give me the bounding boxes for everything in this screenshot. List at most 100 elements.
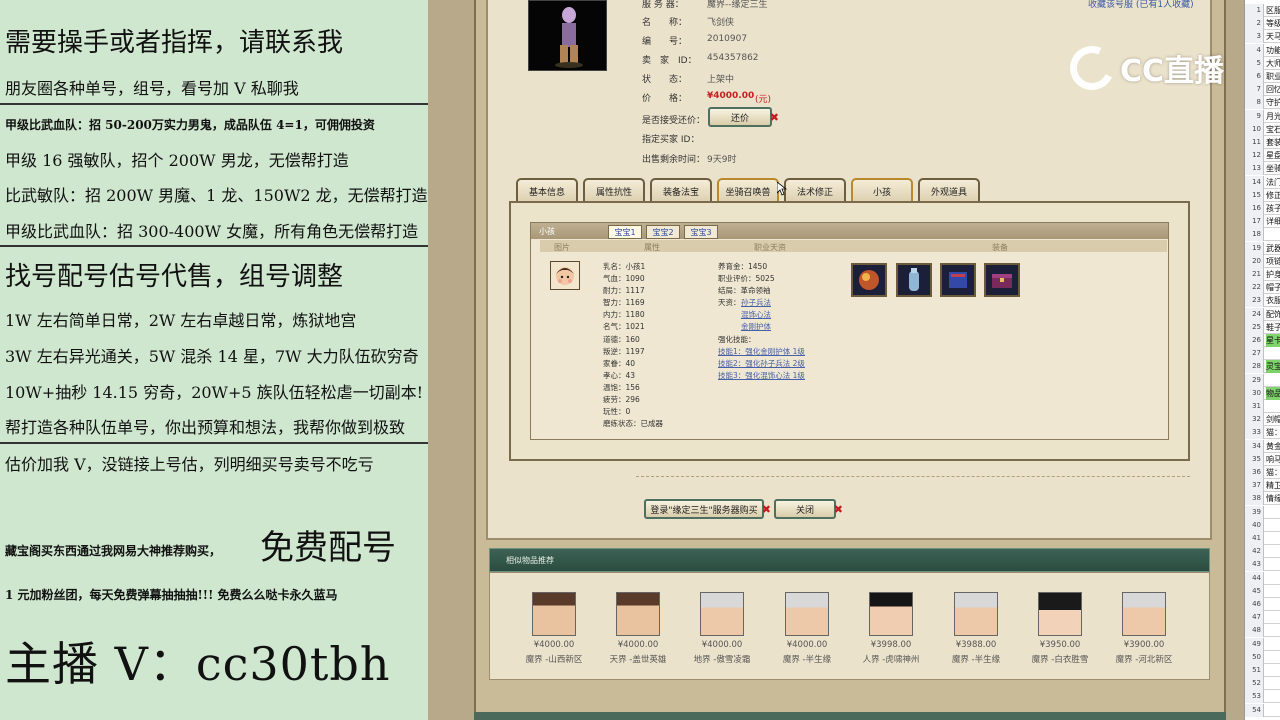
sheet-row[interactable]: 2 等级 bbox=[1245, 17, 1280, 31]
sheet-row[interactable]: 11 套装 bbox=[1245, 136, 1280, 149]
sheet-row[interactable]: 36猫： bbox=[1245, 466, 1280, 479]
sheet-cell[interactable]: 修正 bbox=[1266, 189, 1280, 202]
sheet-row[interactable]: 23 衣服 bbox=[1245, 294, 1280, 308]
skill-link[interactable]: 技能2：强化孙子兵法 2级 bbox=[718, 358, 805, 369]
sheet-cell[interactable]: 衣服 bbox=[1266, 294, 1280, 307]
sheet-cell[interactable]: 灵宝 bbox=[1266, 360, 1280, 374]
sheet-row[interactable]: 30 物品 bbox=[1245, 386, 1280, 400]
sheet-cell[interactable]: 等级 bbox=[1266, 17, 1280, 30]
sheet-row[interactable]: 17 详细 bbox=[1245, 215, 1280, 229]
sheet-cell[interactable]: 宝石 bbox=[1266, 123, 1280, 136]
child-equipment-slot[interactable] bbox=[984, 263, 1020, 297]
sheet-row[interactable]: 26 星卡 bbox=[1245, 334, 1280, 347]
sheet-cell[interactable]: 月光 bbox=[1266, 110, 1280, 123]
recommend-item[interactable]: ¥3900.00 魔界 -河北新区 bbox=[1112, 592, 1176, 665]
tab-baby-3[interactable]: 宝宝3 bbox=[684, 225, 718, 239]
recommend-item[interactable]: ¥4000.00 魔界 -山西新区 bbox=[522, 592, 586, 665]
talent-link[interactable]: 金刚护体 bbox=[741, 321, 771, 332]
sheet-row[interactable]: 46 bbox=[1245, 598, 1280, 611]
child-equipment-slot[interactable] bbox=[896, 263, 932, 297]
recommend-item[interactable]: ¥4000.00 天界 -盖世英雄 bbox=[606, 592, 670, 665]
sheet-row[interactable]: 32 剑帽 bbox=[1245, 413, 1280, 427]
sheet-cell[interactable]: 鞋子 bbox=[1266, 321, 1280, 334]
sheet-row[interactable]: 1 区服 bbox=[1245, 4, 1280, 17]
sheet-row[interactable]: 29 bbox=[1245, 373, 1280, 387]
sheet-cell[interactable]: 情缘 bbox=[1266, 492, 1280, 505]
sheet-cell[interactable]: 猫： bbox=[1266, 466, 1280, 479]
tab-baby-1[interactable]: 宝宝1 bbox=[608, 225, 642, 239]
sheet-row[interactable]: 12 星盘 bbox=[1245, 149, 1280, 163]
tab-appearance[interactable]: 外观道具 bbox=[918, 178, 980, 202]
sheet-row[interactable]: 40 bbox=[1245, 518, 1280, 532]
sheet-row[interactable]: 9 月光 bbox=[1245, 109, 1280, 123]
sheet-cell[interactable]: 功能 bbox=[1266, 44, 1280, 57]
skill-link[interactable]: 技能3：强化混饰心法 1级 bbox=[718, 370, 805, 381]
sheet-row[interactable]: 15 修正 bbox=[1245, 188, 1280, 202]
tab-child[interactable]: 小孩 bbox=[851, 178, 913, 202]
tab-baby-2[interactable]: 宝宝2 bbox=[646, 225, 680, 239]
tab-spell-correction[interactable]: 法术修正 bbox=[784, 178, 846, 202]
sheet-cell[interactable]: 剑帽 bbox=[1266, 413, 1280, 426]
sheet-row[interactable]: 3 天马 bbox=[1245, 30, 1280, 44]
sheet-row[interactable]: 50 bbox=[1245, 650, 1280, 664]
sheet-row[interactable]: 45 bbox=[1245, 584, 1280, 598]
sheet-cell[interactable]: 孩子 bbox=[1266, 202, 1280, 215]
sheet-cell[interactable]: 配饰 bbox=[1266, 308, 1280, 321]
sheet-cell[interactable]: 响马 bbox=[1266, 453, 1280, 466]
sheet-row[interactable]: 33猫： bbox=[1245, 426, 1280, 440]
sheet-cell[interactable]: 区服 bbox=[1266, 4, 1280, 17]
child-equipment-slot[interactable] bbox=[940, 263, 976, 297]
sheet-row[interactable]: 16 孩子 bbox=[1245, 202, 1280, 215]
sheet-cell[interactable]: 精卫 bbox=[1266, 479, 1280, 492]
tab-equipment[interactable]: 装备法宝 bbox=[650, 178, 712, 202]
recommend-item[interactable]: ¥4000.00 魔界 -半生缘 bbox=[775, 592, 839, 665]
sheet-row[interactable]: 39 bbox=[1245, 505, 1280, 519]
sheet-cell[interactable]: 套装 bbox=[1266, 136, 1280, 149]
sheet-cell[interactable]: 坐骑 bbox=[1266, 162, 1280, 175]
sheet-row[interactable]: 21 护身 bbox=[1245, 268, 1280, 281]
sheet-row[interactable]: 19 武器 bbox=[1245, 241, 1280, 255]
sheet-cell[interactable]: 星盘 bbox=[1266, 149, 1280, 162]
sheet-row[interactable]: 34 黄金 bbox=[1245, 439, 1280, 453]
sheet-cell[interactable]: 回忆 bbox=[1266, 83, 1280, 96]
sheet-cell[interactable]: 物品 bbox=[1266, 386, 1280, 400]
sheet-row[interactable]: 48 bbox=[1245, 624, 1280, 638]
sheet-row[interactable]: 37 精卫 bbox=[1245, 479, 1280, 493]
sheet-row[interactable]: 5 大师 bbox=[1245, 56, 1280, 70]
sheet-row[interactable]: 8 守护 bbox=[1245, 96, 1280, 110]
sheet-row[interactable]: 51 bbox=[1245, 664, 1280, 677]
sheet-row[interactable]: 10 宝石 bbox=[1245, 122, 1280, 136]
sheet-row[interactable]: 44 bbox=[1245, 571, 1280, 585]
sheet-row[interactable]: 49 bbox=[1245, 637, 1280, 651]
sheet-cell[interactable]: 守护 bbox=[1266, 96, 1280, 109]
close-button[interactable]: 关闭 ✖ bbox=[774, 499, 843, 519]
login-buy-button[interactable]: 登录"缘定三生"服务器购买 ✖ bbox=[644, 499, 771, 519]
sheet-row[interactable]: 28 灵宝 bbox=[1245, 360, 1280, 374]
sheet-row[interactable]: 47 bbox=[1245, 611, 1280, 625]
child-equipment-slot[interactable] bbox=[851, 263, 887, 297]
sheet-row[interactable]: 13 坐骑 bbox=[1245, 162, 1280, 176]
sheet-row[interactable]: 22 帽子 bbox=[1245, 281, 1280, 295]
sheet-cell[interactable]: 项链 bbox=[1266, 255, 1280, 268]
sheet-row[interactable]: 20 项链 bbox=[1245, 254, 1280, 268]
sheet-row[interactable]: 14 法门 bbox=[1245, 175, 1280, 189]
sheet-cell[interactable]: 帽子 bbox=[1266, 281, 1280, 294]
sheet-row[interactable]: 6 职业 bbox=[1245, 70, 1280, 83]
sheet-row[interactable]: 43 bbox=[1245, 558, 1280, 572]
sheet-row[interactable]: 35 响马 bbox=[1245, 452, 1280, 466]
sheet-cell[interactable]: 大师 bbox=[1266, 57, 1280, 70]
recommend-item[interactable]: ¥3950.00 魔界 -白衣胜雪 bbox=[1028, 592, 1092, 665]
sheet-cell[interactable]: 法门 bbox=[1266, 176, 1280, 189]
skill-link[interactable]: 技能1：强化金刚护体 1级 bbox=[718, 346, 805, 357]
sheet-row[interactable]: 18 bbox=[1245, 228, 1280, 242]
sheet-row[interactable]: 53 bbox=[1245, 690, 1280, 704]
sheet-cell[interactable]: 黄金 bbox=[1266, 440, 1280, 453]
sheet-row[interactable]: 38 情缘 bbox=[1245, 492, 1280, 506]
sheet-cell[interactable]: 星卡 bbox=[1266, 334, 1280, 347]
sheet-cell[interactable]: 猫： bbox=[1266, 426, 1280, 439]
tab-attributes[interactable]: 属性抗性 bbox=[583, 178, 645, 202]
favorite-link[interactable]: 收藏该号服 (已有1人收藏) bbox=[1088, 0, 1194, 10]
tab-mounts-pets[interactable]: 坐骑召唤兽 bbox=[717, 178, 779, 202]
sheet-cell[interactable]: 武器 bbox=[1266, 242, 1280, 255]
sheet-cell[interactable]: 职业 bbox=[1266, 70, 1280, 83]
